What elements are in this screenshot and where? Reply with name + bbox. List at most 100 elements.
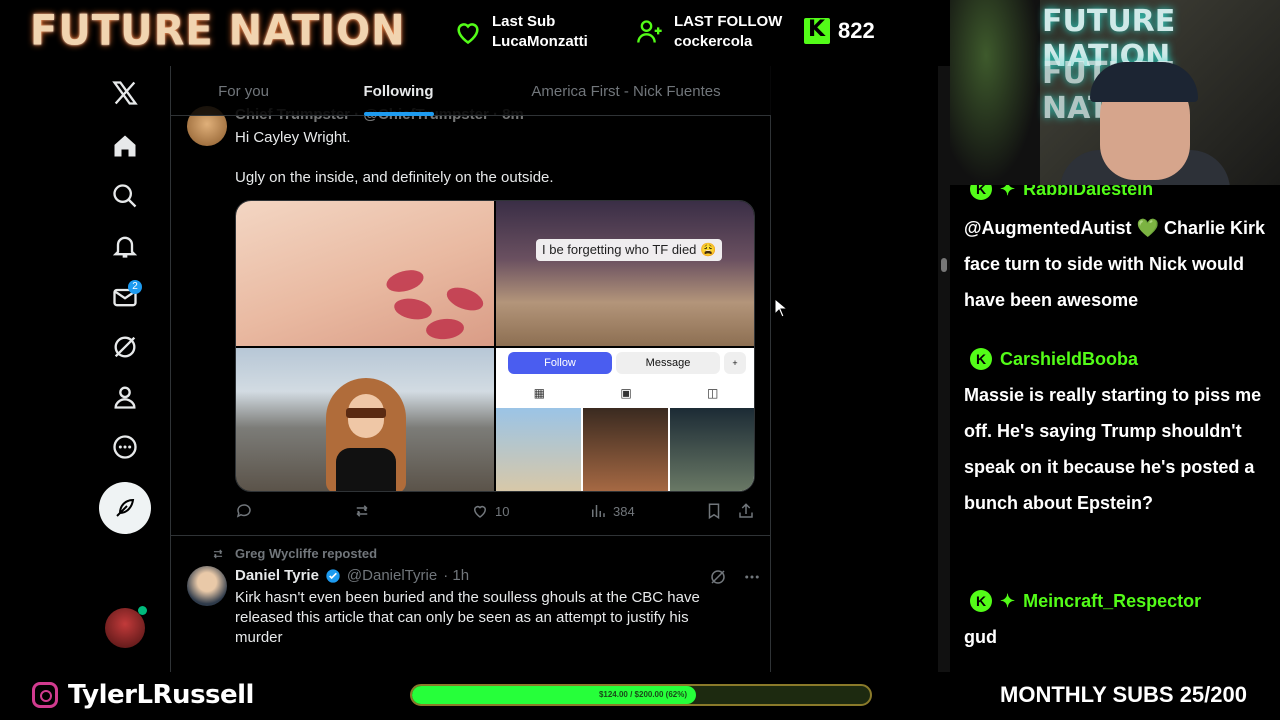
chat-message-text: @AugmentedAutist 💚 Charlie Kirk face tur… (964, 218, 1265, 310)
x-logo-icon[interactable] (106, 74, 144, 112)
chat-message-text: Massie is really starting to piss me off… (964, 385, 1262, 513)
messages-envelope-icon[interactable]: 2 (106, 278, 144, 316)
chat-message: @AugmentedAutist 💚 Charlie Kirk face tur… (950, 210, 1280, 318)
bookmark-button[interactable] (705, 502, 723, 520)
verified-badge-icon (326, 568, 340, 583)
media-photo-food-video[interactable]: I be forgetting who TF died 😩 (496, 201, 754, 346)
kick-badge-icon: K (970, 348, 992, 370)
instagram-icon (32, 682, 58, 708)
tweet-text-line: Hi Cayley Wright. (235, 129, 351, 146)
share-icon (739, 503, 753, 518)
ig-follow-button: Follow (508, 352, 612, 374)
kick-follower-count: K 822 (804, 17, 875, 44)
tweet-top-actions (709, 568, 761, 586)
tweet-header: Daniel Tyrie @DanielTyrie · 1h (235, 567, 469, 584)
diamond-badge-icon: ✦ (1000, 590, 1016, 611)
image-caption: I be forgetting who TF died 😩 (536, 239, 723, 261)
chat-message: K ✦ Meincraft_Respector gud (950, 583, 1280, 655)
repost-icon (356, 505, 368, 517)
tab-following[interactable]: Following (316, 66, 481, 116)
ig-add-person-icon: + (724, 352, 746, 374)
chat-username: K ✦ Meincraft_Respector (950, 583, 1280, 619)
scrollbar-thumb[interactable] (941, 258, 947, 272)
feather-icon (116, 498, 135, 517)
like-count: 10 (495, 503, 510, 519)
ig-profile-tabs: ▦ ▣ ◫ (496, 380, 754, 406)
heart-outline-icon (473, 505, 487, 518)
sub-goal-progress-bar: $124.00 / $200.00 (62%) (410, 684, 872, 706)
repost-attribution: Greg Wycliffe reposted (211, 546, 377, 561)
tweet-text-line: Ugly on the inside, and definitely on th… (235, 169, 554, 186)
chat-message: K CarshieldBooba Massie is really starti… (950, 341, 1280, 521)
reposted-by-text: Greg Wycliffe reposted (235, 546, 378, 561)
heart-icon (457, 23, 479, 45)
tweet[interactable]: Chief Trumpster · @ChiefTrumpster · 8m H… (171, 96, 771, 536)
media-screenshot-instagram[interactable]: Follow Message + ▦ ▣ ◫ (496, 348, 754, 491)
author-handle[interactable]: @DanielTyrie (347, 567, 437, 584)
reply-button[interactable] (235, 502, 253, 520)
kick-badge-icon: K (970, 185, 992, 200)
x-timeline: For you Following America First - Nick F… (170, 66, 771, 672)
share-button[interactable] (737, 502, 755, 520)
x-browser-area: 2 For you Following America First - Nick… (0, 66, 950, 672)
background-plant (950, 0, 1040, 185)
ig-thumbnail (496, 408, 581, 491)
author-name[interactable]: Daniel Tyrie (235, 567, 319, 584)
chat-username: K ✦ RabbiDalestein (950, 185, 1153, 207)
repost-button[interactable] (353, 502, 371, 520)
stream-top-bar: FUTURE NATION Last Sub LucaMonzatti LAST… (0, 0, 950, 66)
tweet-time[interactable]: · 1h (443, 567, 469, 584)
chat-message-text: gud (964, 627, 997, 647)
account-avatar[interactable] (105, 606, 147, 648)
x-left-nav: 2 (95, 66, 155, 672)
chat-username: K CarshieldBooba (950, 341, 1280, 377)
grid-icon: ▦ (533, 386, 545, 400)
more-options-icon[interactable] (743, 568, 761, 586)
monthly-subs-counter: MONTHLY SUBS 25/200 (1000, 682, 1247, 707)
stream-chat: K ✦ RabbiDalestein @AugmentedAutist 💚 Ch… (950, 185, 1280, 672)
bookmark-icon (708, 503, 720, 520)
tagged-icon: ◫ (706, 386, 719, 400)
ig-thumbnail (583, 408, 668, 491)
tab-for-you[interactable]: For you (171, 66, 316, 116)
profile-icon[interactable] (106, 378, 144, 416)
kick-logo-icon: K (804, 17, 830, 44)
last-sub-widget: Last Sub LucaMonzatti (454, 12, 588, 52)
notifications-bell-icon[interactable] (106, 227, 144, 265)
last-sub-name: LucaMonzatti (492, 33, 588, 50)
grok-icon[interactable] (106, 328, 144, 366)
tweet-author-avatar[interactable] (187, 566, 227, 606)
last-follow-widget: LAST FOLLOW cockercola (636, 12, 782, 52)
timeline-tabs: For you Following America First - Nick F… (171, 66, 771, 116)
ig-thumbnail (670, 408, 754, 491)
add-user-icon (637, 20, 662, 43)
media-photo-portrait[interactable] (236, 348, 494, 491)
tweet-actions: 10 384 (235, 502, 755, 526)
search-icon[interactable] (106, 177, 144, 215)
stream-bottom-bar: TylerLRussell $124.00 / $200.00 (62%) MO… (0, 672, 1280, 720)
compose-post-button[interactable] (99, 482, 151, 534)
tweet-body: Kirk hasn't even been buried and the sou… (235, 589, 700, 646)
kick-count-value: 822 (838, 18, 875, 43)
grok-icon[interactable] (709, 568, 727, 586)
like-button[interactable]: 10 (471, 502, 509, 520)
last-sub-label: Last Sub (492, 13, 556, 30)
more-icon[interactable] (106, 428, 144, 466)
last-follow-label: LAST FOLLOW (674, 13, 783, 30)
page-scrollbar[interactable] (938, 66, 950, 672)
last-follow-name: cockercola (674, 33, 753, 50)
views-bar-chart-icon (592, 505, 605, 517)
webcam-feed: FUTURE NATION FUTURE NATION (950, 0, 1280, 185)
views-button[interactable]: 384 (589, 502, 635, 520)
home-icon[interactable] (106, 127, 144, 165)
reels-icon: ▣ (620, 386, 632, 400)
views-count: 384 (613, 503, 635, 519)
online-indicator (138, 606, 147, 615)
messages-badge: 2 (128, 280, 142, 294)
media-photo-lipstick[interactable] (236, 201, 494, 346)
ig-message-button: Message (616, 352, 720, 374)
tweet-media-grid[interactable]: I be forgetting who TF died 😩 Follow Mes… (235, 200, 755, 492)
reply-icon (236, 504, 251, 518)
tweet[interactable]: Greg Wycliffe reposted Daniel Tyrie @Dan… (171, 536, 771, 672)
tab-america-first-list[interactable]: America First - Nick Fuentes (481, 66, 771, 116)
